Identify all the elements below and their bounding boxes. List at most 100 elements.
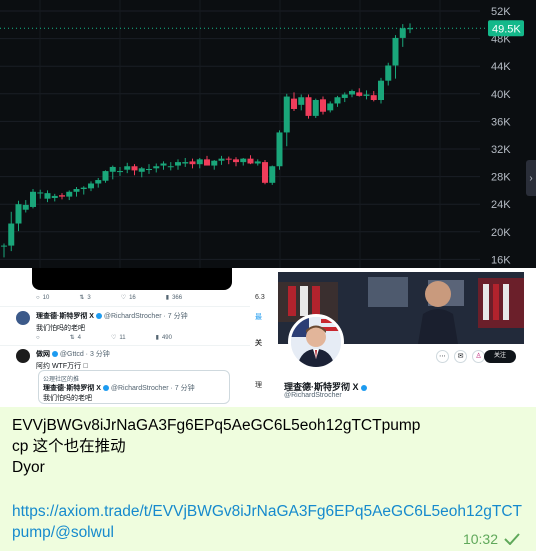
candle-body <box>211 160 218 166</box>
price-axis-label: 16K <box>491 254 511 266</box>
retweet-count-value: 3 <box>87 294 91 301</box>
quote-author-name: 理查德·斯特罗彻 X <box>43 385 101 392</box>
candle-body <box>124 166 131 170</box>
price-axis-label: 32K <box>491 144 511 156</box>
candle-body <box>204 159 210 166</box>
message-link[interactable]: https://axiom.trade/t/EVVjBWGv8iJrNaGA3F… <box>12 501 524 543</box>
candle-body <box>225 158 232 160</box>
candle-body <box>44 193 51 199</box>
follow-button[interactable]: 关注 <box>484 350 516 363</box>
candle-body <box>167 166 174 168</box>
price-axis-label: 44K <box>491 61 511 73</box>
quote-text: 我们怕吗的老吧 <box>43 395 92 402</box>
candle-body <box>88 183 94 189</box>
candle-body <box>276 132 283 167</box>
retweet-count: ⇅ 4 <box>69 334 81 342</box>
attached-screenshots[interactable]: ○ 10 ⇅ 3 ♡ 16 ▮ 366 理查德·斯特罗彻 X @RichardStroc… <box>0 268 536 407</box>
view-count: ▮ 366 <box>165 294 183 302</box>
reply-icon: ○ <box>36 294 40 301</box>
candle-body <box>189 161 196 165</box>
tweet-thread-screenshot[interactable]: ○ 10 ⇅ 3 ♡ 16 ▮ 366 理查德·斯特罗彻 X @RichardStroc… <box>0 268 270 407</box>
current-price-text: 49.5K <box>492 23 521 35</box>
candle-body <box>160 163 167 166</box>
avatar-image <box>291 317 341 367</box>
candle-body <box>59 195 65 197</box>
message-icon[interactable]: ✉ <box>454 350 467 363</box>
retweet-icon: ⇅ <box>69 335 75 341</box>
heart-icon: ♡ <box>120 295 127 301</box>
reply-count-value: 10 <box>42 294 50 301</box>
tweet-author-handle: @Gttcd · 3 分钟 <box>59 351 110 358</box>
candle-body <box>102 171 109 181</box>
candle-body <box>254 161 261 164</box>
like-count-value: 16 <box>129 294 136 301</box>
like-count: ♡ 16 <box>120 294 136 302</box>
divider <box>0 306 260 307</box>
quote-context: 公理社区的推 <box>43 377 80 383</box>
candle-body <box>327 103 334 111</box>
avatar <box>16 349 30 363</box>
chart-icon: ▮ <box>155 335 159 341</box>
like-count-value: 11 <box>119 334 126 341</box>
side-text: 6.3 <box>255 294 265 301</box>
view-count: ▮ 490 <box>155 334 172 342</box>
more-icon[interactable]: ⋯ <box>436 350 449 363</box>
candle-body <box>37 192 44 194</box>
heart-icon: ♡ <box>111 335 117 341</box>
tweet-text: 我们怕吗的老吧 <box>36 325 85 332</box>
candle-body <box>218 158 225 161</box>
candle-body <box>291 98 297 109</box>
retweet-icon: ⇅ <box>79 295 85 301</box>
quote-author-handle: @RichardStrocher · 7 分钟 <box>110 385 195 392</box>
view-count-value: 490 <box>161 334 172 341</box>
tweet-item: 做网 @Gttcd · 3 分钟 阿约 WTF万行 ⃒ <box>16 349 110 371</box>
candle-body <box>117 171 123 173</box>
candle-body <box>15 204 22 224</box>
chart-collapse-handle[interactable]: › <box>526 160 536 196</box>
candle-body <box>378 80 384 101</box>
profile-screenshot[interactable]: ⋯ ✉ ♙ 关注 理查德·斯特罗彻 X @RichardStrocher <box>278 272 524 407</box>
candle-body <box>341 94 348 98</box>
candle-body <box>305 97 312 116</box>
candle-body <box>356 92 363 96</box>
candle-body <box>182 162 189 164</box>
message-meta: 10:32 <box>463 531 520 547</box>
message-bubble[interactable]: EVVjBWGv8iJrNaGA3Fg6EPq5AeGC6L5eoh12gTCT… <box>0 407 536 551</box>
candle-body <box>131 166 138 171</box>
price-axis-label: 28K <box>491 172 511 184</box>
tweet-author-name: 理查德·斯特罗彻 X <box>36 313 94 320</box>
message-time: 10:32 <box>462 531 498 547</box>
view-count-value: 366 <box>172 294 183 301</box>
tweet-actions: ○ ⇅ 4 ♡ 11 ▮ 490 <box>36 334 172 342</box>
candle-body <box>385 65 392 81</box>
candle-body <box>80 187 87 190</box>
candlestick-chart: 52K48K44K40K36K32K28K24K20K16K49.5K <box>0 0 524 268</box>
candle-body <box>334 97 341 104</box>
candle-body <box>312 100 319 116</box>
candle-body <box>240 158 247 163</box>
verified-icon <box>51 351 58 358</box>
candle-body <box>95 180 102 184</box>
verified-icon <box>102 385 109 392</box>
candle-body <box>298 97 305 105</box>
retweet-count: ⇅ 3 <box>79 294 91 302</box>
tweet-author-name: 做网 <box>36 351 50 358</box>
candle-body <box>349 91 355 95</box>
candle-body <box>283 96 290 133</box>
reply-count: ○ 10 <box>36 294 49 301</box>
candle-body <box>196 159 203 165</box>
price-axis-label: 40K <box>491 89 511 101</box>
side-text: 关 <box>255 340 262 347</box>
chart-icon: ▮ <box>165 295 170 301</box>
candle-body <box>399 28 406 38</box>
candle-body <box>269 166 276 183</box>
profile-handle: @RichardStrocher <box>284 392 342 399</box>
check-icon <box>504 533 520 545</box>
candle-body <box>233 159 239 163</box>
price-axis-label: 20K <box>491 227 511 239</box>
tweet-media-thumbnail <box>32 268 232 290</box>
candle-body <box>51 195 58 198</box>
divider <box>0 345 260 346</box>
avatar <box>16 311 30 325</box>
candle-body <box>8 223 15 246</box>
